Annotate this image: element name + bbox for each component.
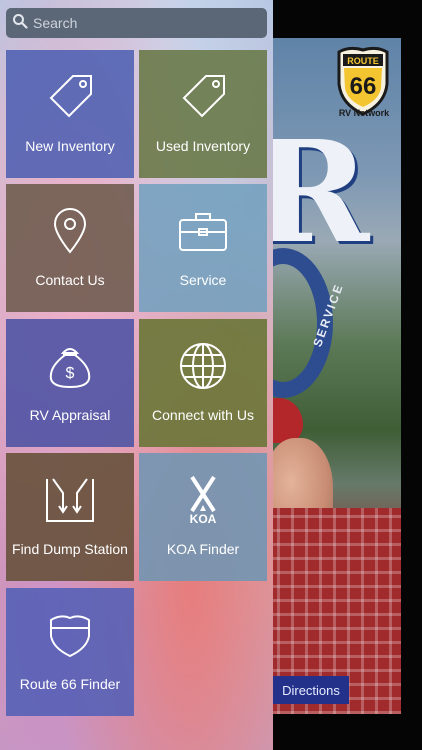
menu-tile-label: Route 66 Finder	[19, 676, 121, 692]
tag-icon	[178, 72, 228, 122]
menu-tile-label: KOA Finder	[166, 541, 240, 557]
menu-tile-label: Find Dump Station	[12, 541, 128, 557]
shield-icon	[45, 610, 95, 660]
logo-letter-r: R	[273, 111, 370, 275]
tag-icon	[45, 72, 95, 122]
menu-tile-contact-us[interactable]: Contact Us	[6, 184, 134, 312]
svg-text:$: $	[66, 365, 75, 382]
menu-tile-route-66-finder[interactable]: Route 66 Finder	[6, 588, 134, 716]
menu-tile-rv-appraisal[interactable]: $ RV Appraisal	[6, 319, 134, 447]
dump-station-icon	[45, 475, 95, 525]
menu-tile-label: New Inventory	[25, 138, 115, 154]
dealer-photo: R SERVICE	[273, 38, 401, 714]
money-bag-icon: $	[45, 341, 95, 391]
menu-tile-koa-finder[interactable]: KOA KOA Finder	[139, 453, 267, 581]
side-drawer: New Inventory Used Inventory Contact Us …	[0, 0, 273, 750]
koa-icon: KOA	[178, 475, 228, 526]
menu-tile-new-inventory[interactable]: New Inventory	[6, 50, 134, 178]
menu-tile-label: RV Appraisal	[29, 407, 111, 423]
menu-tile-service[interactable]: Service	[139, 184, 267, 312]
search-icon	[12, 13, 28, 34]
koa-wordmark: KOA	[190, 512, 217, 525]
directions-button[interactable]: Directions	[273, 676, 349, 704]
toolbox-icon	[178, 206, 228, 256]
person-cap	[273, 398, 303, 443]
menu-tile-label: Connect with Us	[152, 407, 254, 423]
menu-tile-used-inventory[interactable]: Used Inventory	[139, 50, 267, 178]
location-pin-icon	[45, 206, 95, 256]
menu-tile-label: Used Inventory	[155, 138, 251, 154]
menu-tile-label: Service	[179, 272, 227, 288]
search-bar[interactable]	[6, 8, 267, 38]
globe-icon	[178, 341, 228, 391]
logo-caption: RV Network	[338, 108, 390, 118]
search-input[interactable]	[33, 15, 253, 31]
logo-number-text: 66	[350, 73, 377, 100]
menu-tile-connect-with-us[interactable]: Connect with Us	[139, 319, 267, 447]
logo-route-text: ROUTE	[347, 56, 379, 66]
menu-tile-label: Contact Us	[35, 272, 105, 288]
menu-tile-find-dump-station[interactable]: Find Dump Station	[6, 453, 134, 581]
